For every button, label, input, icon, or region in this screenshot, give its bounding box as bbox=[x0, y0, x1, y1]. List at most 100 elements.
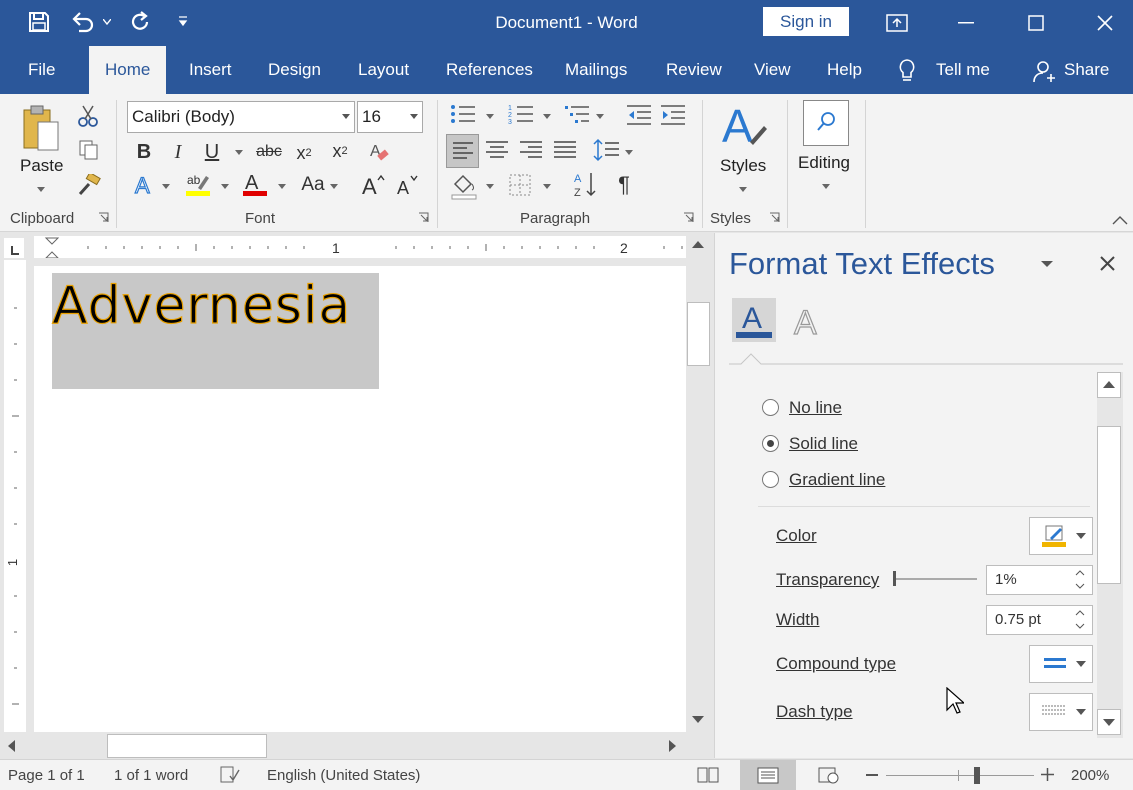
transparency-slider-thumb[interactable] bbox=[893, 571, 896, 586]
font-color-icon[interactable]: A bbox=[242, 170, 268, 198]
collapse-ribbon-icon[interactable] bbox=[1112, 215, 1128, 225]
tab-design[interactable]: Design bbox=[268, 46, 321, 94]
tab-layout[interactable]: Layout bbox=[358, 46, 409, 94]
vertical-scroll-thumb[interactable] bbox=[687, 302, 710, 366]
tab-view[interactable]: View bbox=[754, 46, 791, 94]
sign-in-button[interactable]: Sign in bbox=[763, 7, 849, 36]
underline-icon[interactable]: U bbox=[200, 138, 224, 166]
transparency-spin-arrows-icon[interactable] bbox=[1075, 568, 1085, 592]
tab-references[interactable]: References bbox=[446, 46, 533, 94]
proofing-icon[interactable] bbox=[220, 766, 240, 784]
share-person-icon[interactable] bbox=[1033, 60, 1057, 84]
lightbulb-icon[interactable] bbox=[898, 58, 916, 84]
numbering-icon[interactable]: 123 bbox=[508, 103, 534, 125]
italic-icon[interactable]: I bbox=[166, 138, 190, 166]
shading-icon[interactable] bbox=[450, 172, 478, 200]
shrink-font-icon[interactable]: A bbox=[395, 172, 421, 198]
numbering-dropdown-icon[interactable] bbox=[543, 114, 551, 119]
share-button[interactable]: Share bbox=[1064, 46, 1109, 94]
paste-button[interactable]: Paste bbox=[20, 156, 63, 176]
borders-icon[interactable] bbox=[508, 173, 532, 197]
scroll-left-icon[interactable] bbox=[6, 739, 16, 753]
scroll-down-icon[interactable] bbox=[691, 715, 705, 725]
editing-button[interactable]: Editing bbox=[798, 153, 850, 173]
multilevel-list-icon[interactable] bbox=[565, 103, 591, 125]
page-count-status[interactable]: Page 1 of 1 bbox=[8, 759, 85, 790]
dash-type-dropdown[interactable] bbox=[1029, 693, 1093, 731]
zoom-slider-thumb[interactable] bbox=[974, 767, 980, 784]
editing-search-icon[interactable] bbox=[803, 100, 849, 146]
gradient-line-radio[interactable] bbox=[762, 471, 779, 488]
language-status[interactable]: English (United States) bbox=[267, 759, 420, 790]
document-horizontal-scrollbar[interactable] bbox=[0, 733, 686, 759]
font-color-dropdown-icon[interactable] bbox=[278, 184, 286, 189]
zoom-out-icon[interactable] bbox=[866, 774, 878, 776]
cut-icon[interactable] bbox=[77, 104, 99, 128]
scroll-right-icon[interactable] bbox=[668, 739, 678, 753]
tab-selector-icon[interactable] bbox=[4, 238, 24, 258]
vertical-ruler[interactable] bbox=[4, 260, 26, 732]
paragraph-dialog-launcher-icon[interactable] bbox=[683, 212, 694, 223]
clear-formatting-icon[interactable]: A bbox=[368, 140, 390, 164]
minimize-icon[interactable] bbox=[943, 0, 989, 46]
styles-icon[interactable]: A bbox=[720, 102, 768, 152]
tab-help[interactable]: Help bbox=[827, 46, 862, 94]
print-layout-button[interactable] bbox=[740, 760, 796, 790]
compound-type-dropdown[interactable] bbox=[1029, 645, 1093, 683]
multilevel-dropdown-icon[interactable] bbox=[596, 114, 604, 119]
word-count-status[interactable]: 1 of 1 word bbox=[114, 759, 188, 790]
ribbon-display-options-icon[interactable] bbox=[874, 0, 920, 46]
decrease-indent-icon[interactable] bbox=[626, 104, 652, 126]
scroll-up-icon[interactable] bbox=[691, 239, 705, 249]
solid-line-label[interactable]: Solid line bbox=[789, 434, 858, 454]
font-dialog-launcher-icon[interactable] bbox=[418, 212, 429, 223]
line-spacing-dropdown-icon[interactable] bbox=[625, 150, 633, 155]
redo-icon[interactable] bbox=[128, 10, 154, 36]
styles-dialog-launcher-icon[interactable] bbox=[769, 212, 780, 223]
tab-file[interactable]: File bbox=[28, 46, 55, 94]
gradient-line-label[interactable]: Gradient line bbox=[789, 470, 885, 490]
no-line-label[interactable]: No line bbox=[789, 398, 842, 418]
strikethrough-icon[interactable]: abc bbox=[254, 140, 284, 164]
transparency-slider-track[interactable] bbox=[893, 578, 977, 580]
close-pane-icon[interactable] bbox=[1100, 256, 1115, 271]
outline-color-picker[interactable] bbox=[1029, 517, 1093, 555]
subscript-icon[interactable]: x2 bbox=[292, 140, 316, 166]
undo-dropdown-icon[interactable] bbox=[103, 19, 111, 25]
pane-scroll-thumb[interactable] bbox=[1097, 426, 1121, 584]
tab-mailings[interactable]: Mailings bbox=[565, 46, 627, 94]
solid-line-radio[interactable] bbox=[762, 435, 779, 452]
bullets-icon[interactable] bbox=[450, 103, 476, 125]
width-spin-arrows-icon[interactable] bbox=[1075, 608, 1085, 632]
align-left-button[interactable] bbox=[446, 134, 479, 168]
align-right-icon[interactable] bbox=[518, 138, 544, 162]
borders-dropdown-icon[interactable] bbox=[543, 184, 551, 189]
sort-icon[interactable]: AZ bbox=[573, 170, 599, 200]
change-case-dropdown-icon[interactable] bbox=[330, 184, 338, 189]
document-text[interactable]: Advernesia bbox=[51, 275, 351, 336]
read-mode-icon[interactable] bbox=[697, 766, 719, 784]
tab-insert[interactable]: Insert bbox=[189, 46, 232, 94]
bullets-dropdown-icon[interactable] bbox=[486, 114, 494, 119]
save-icon[interactable] bbox=[27, 10, 53, 36]
styles-dropdown-icon[interactable] bbox=[739, 187, 747, 192]
tell-me-search[interactable]: Tell me bbox=[936, 46, 990, 94]
paste-dropdown-icon[interactable] bbox=[37, 187, 45, 192]
line-spacing-icon[interactable] bbox=[593, 137, 621, 163]
pane-options-dropdown-icon[interactable] bbox=[1040, 260, 1054, 268]
zoom-slider-track[interactable] bbox=[886, 775, 1034, 776]
change-case-button[interactable]: Aa bbox=[298, 172, 328, 198]
zoom-in-icon[interactable] bbox=[1041, 768, 1054, 781]
shading-dropdown-icon[interactable] bbox=[486, 184, 494, 189]
editing-dropdown-icon[interactable] bbox=[822, 184, 830, 189]
copy-icon[interactable] bbox=[78, 139, 100, 161]
paste-icon[interactable] bbox=[20, 104, 62, 154]
tab-review[interactable]: Review bbox=[666, 46, 722, 94]
increase-indent-icon[interactable] bbox=[660, 104, 686, 126]
close-window-icon[interactable] bbox=[1082, 0, 1128, 46]
text-effects-dropdown-icon[interactable] bbox=[162, 184, 170, 189]
bold-icon[interactable]: B bbox=[132, 138, 156, 166]
web-layout-icon[interactable] bbox=[818, 765, 840, 785]
superscript-icon[interactable]: x2 bbox=[328, 138, 352, 164]
justify-icon[interactable] bbox=[552, 138, 578, 162]
